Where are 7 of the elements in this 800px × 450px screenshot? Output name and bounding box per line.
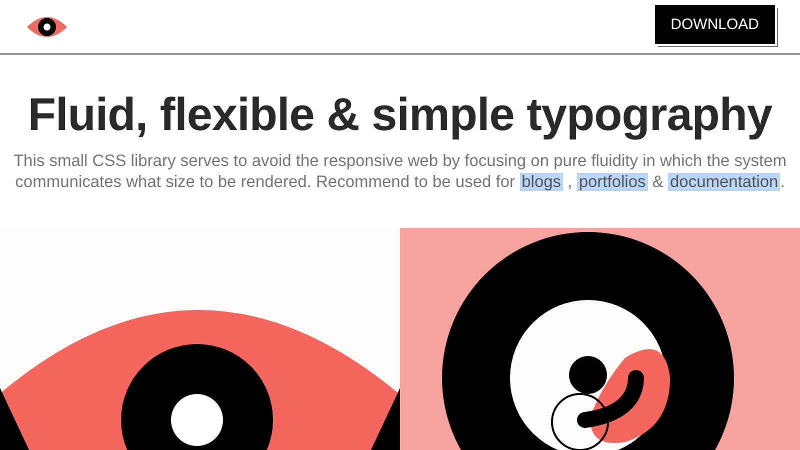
- intro-paragraph: This small CSS library serves to avoid the responsive web by focusing on pure fluidity in which the system communicates what size to be rendered. Recommend to be used for blogs , portfolios & documentation.: [12, 151, 788, 193]
- link[interactable]: documentation: [668, 173, 780, 191]
- page-title: Fluid, flexible & simple typography: [26, 87, 774, 141]
- link[interactable]: blogs: [520, 173, 564, 191]
- link[interactable]: portfolios: [576, 173, 648, 191]
- download-button[interactable]: DOWNLOAD: [654, 5, 775, 44]
- eye-logo-icon: [26, 14, 68, 38]
